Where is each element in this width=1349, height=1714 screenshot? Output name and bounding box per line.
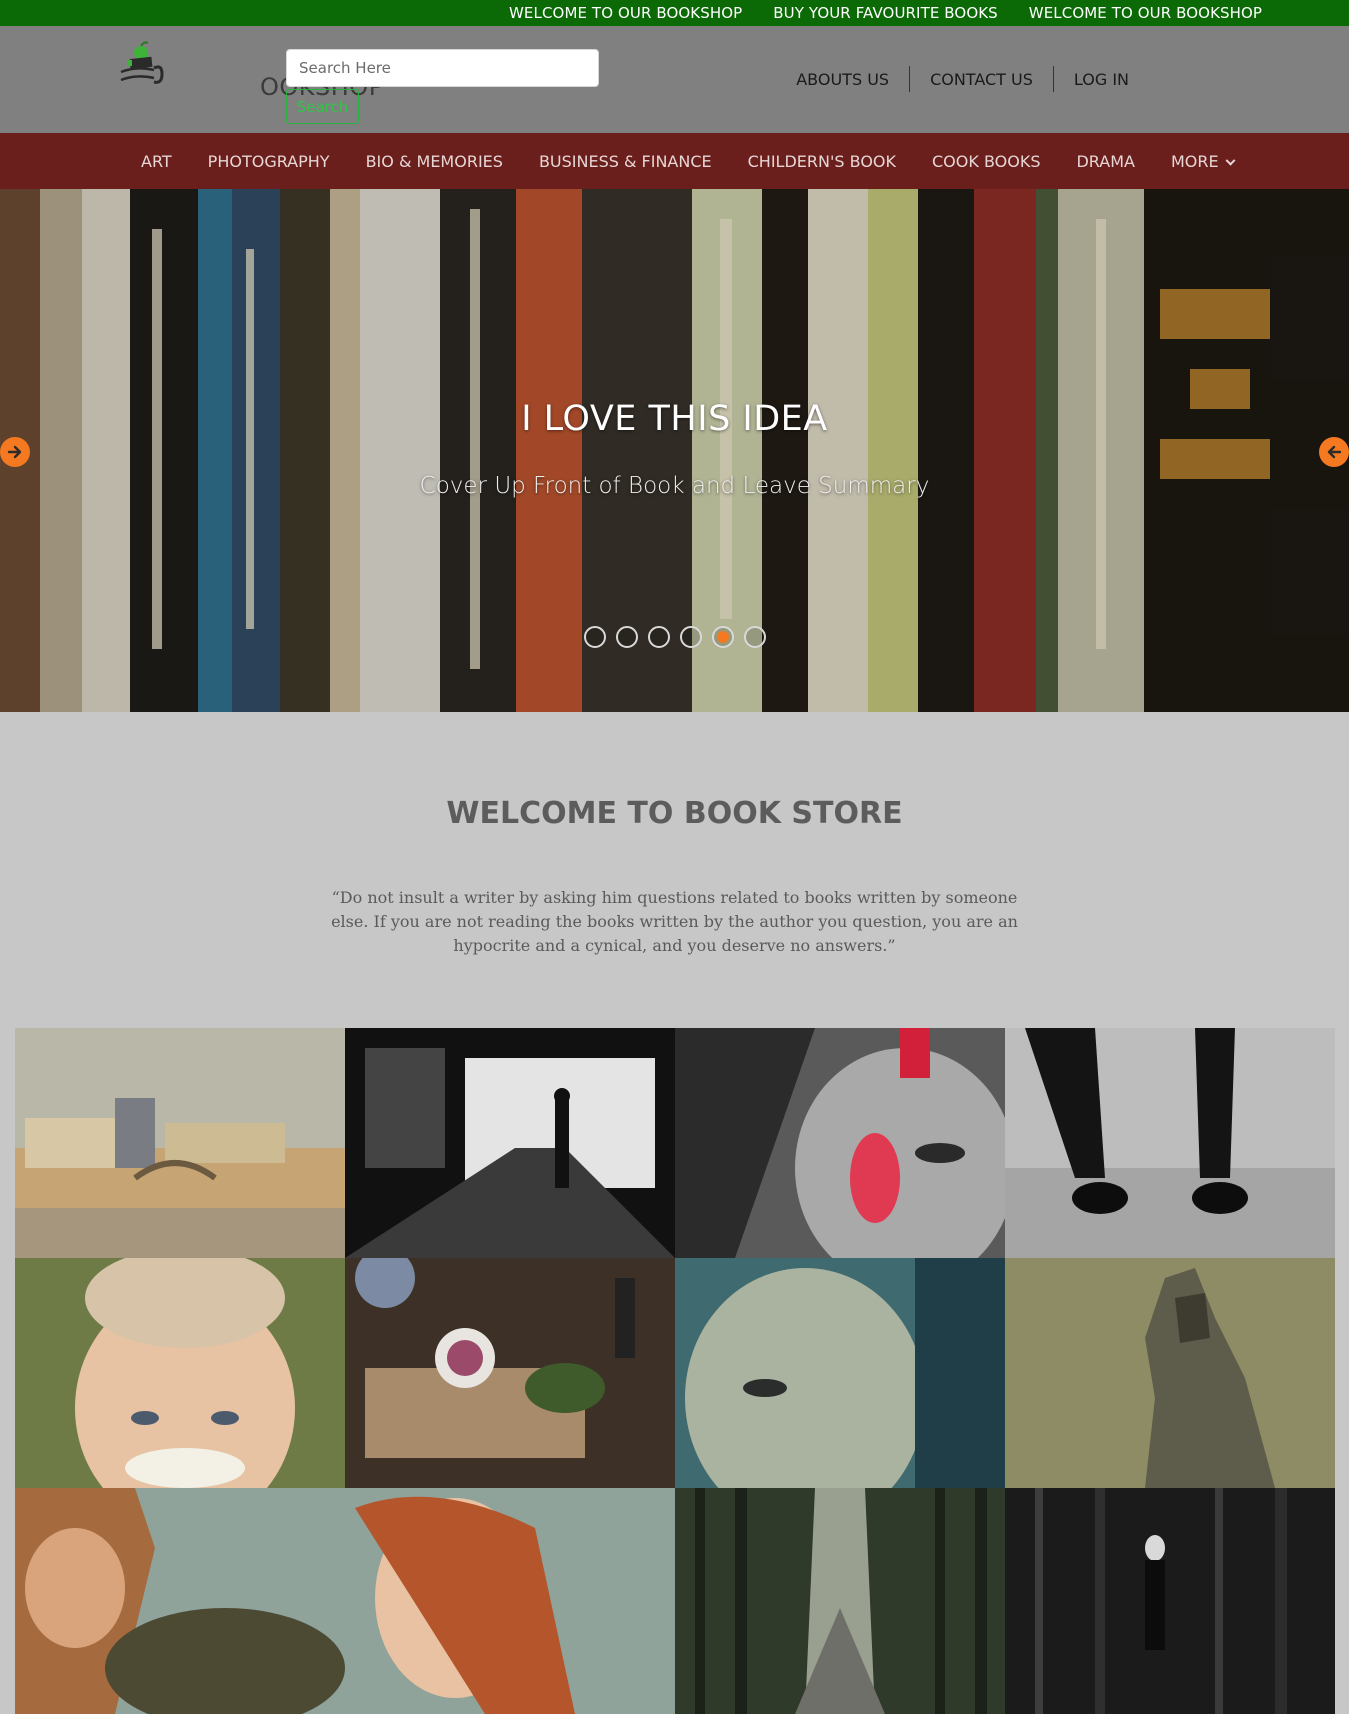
- marquee-message-1: WELCOME TO OUR BOOKSHOP: [509, 4, 743, 22]
- carousel-dot-6[interactable]: [744, 626, 766, 648]
- legs-shoes-image: [1005, 1028, 1335, 1258]
- forest-road-image: [675, 1488, 1005, 1714]
- gallery-image-rain-face[interactable]: [675, 1258, 1005, 1488]
- nav-log-in[interactable]: LOG IN: [1054, 70, 1129, 89]
- dark-forest-figure-image: [1005, 1488, 1335, 1714]
- marquee-ticker: WELCOME TO OUR BOOKSHOP BUY YOUR FAVOURI…: [509, 0, 1262, 26]
- carousel-dot-1[interactable]: [584, 626, 606, 648]
- search-button[interactable]: Search: [286, 89, 359, 124]
- top-marquee-bar: WELCOME TO OUR BOOKSHOP BUY YOUR FAVOURI…: [0, 0, 1349, 26]
- gallery-image-dark-forest[interactable]: [1005, 1488, 1335, 1714]
- gallery-image-woman-bindi[interactable]: [675, 1028, 1005, 1258]
- woman-portrait-image: [675, 1028, 1005, 1258]
- carousel-dot-4[interactable]: [680, 626, 702, 648]
- category-nav: ART PHOTOGRAPHY BIO & MEMORIES BUSINESS …: [0, 133, 1349, 189]
- cooking-ingredients-image: [345, 1258, 675, 1488]
- city-river-painting-image: [15, 1028, 345, 1258]
- category-cook-books[interactable]: COOK BOOKS: [914, 152, 1058, 171]
- carousel-dot-3[interactable]: [648, 626, 670, 648]
- arrow-right-icon: [7, 445, 22, 459]
- category-more-dropdown[interactable]: MORE: [1153, 152, 1252, 171]
- marquee-message-3: WELCOME TO OUR BOOKSHOP: [1028, 4, 1263, 22]
- carousel-prev-button[interactable]: [0, 437, 30, 467]
- welcome-quote: “Do not insult a writer by asking him qu…: [331, 888, 1018, 955]
- header-nav: ABOUTS US CONTACT US LOG IN: [776, 66, 1129, 92]
- category-drama[interactable]: DRAMA: [1058, 152, 1152, 171]
- gallery-image-forest-road[interactable]: [675, 1488, 1005, 1714]
- category-art[interactable]: ART: [123, 152, 190, 171]
- chevron-down-icon: [1225, 155, 1236, 166]
- gallery-image-legs-shoes[interactable]: [1005, 1028, 1335, 1258]
- gallery-image-venus-painting[interactable]: [15, 1488, 675, 1714]
- hero-carousel: I LOVE THIS IDEA Cover Up Front of Book …: [0, 189, 1349, 712]
- hero-title: I LOVE THIS IDEA: [521, 399, 828, 439]
- welcome-title: WELCOME TO BOOK STORE: [446, 796, 903, 831]
- gallery-image-cooking-table[interactable]: [345, 1258, 675, 1488]
- category-business-finance[interactable]: BUSINESS & FINANCE: [521, 152, 730, 171]
- venus-painting-image: [15, 1488, 675, 1714]
- armored-knight-image: [1005, 1258, 1335, 1488]
- search-input[interactable]: [286, 49, 599, 87]
- site-header: OOKSHOP Search ABOUTS US CONTACT US LOG …: [0, 26, 1349, 133]
- arrow-left-icon: [1327, 445, 1342, 459]
- gallery-image-train-station[interactable]: [345, 1028, 675, 1258]
- photo-gallery: [15, 1028, 1335, 1714]
- carousel-next-button[interactable]: [1319, 437, 1349, 467]
- hero-subtitle: Cover Up Front of Book and Leave Summary: [419, 473, 930, 499]
- train-station-silhouette-image: [345, 1028, 675, 1258]
- nav-about-us[interactable]: ABOUTS US: [776, 70, 909, 89]
- book-apple-logo-icon: [120, 41, 164, 84]
- carousel-indicators: [584, 626, 766, 648]
- carousel-dot-5[interactable]: [712, 626, 734, 648]
- nav-contact-us[interactable]: CONTACT US: [910, 70, 1053, 89]
- category-bio-memories[interactable]: BIO & MEMORIES: [348, 152, 521, 171]
- rain-face-image: [675, 1258, 1005, 1488]
- gallery-image-knight[interactable]: [1005, 1258, 1335, 1488]
- gallery-image-girl-flowers[interactable]: [15, 1258, 345, 1488]
- girl-flowers-image: [15, 1258, 345, 1488]
- category-photography[interactable]: PHOTOGRAPHY: [190, 152, 348, 171]
- category-more-label: MORE: [1170, 151, 1219, 171]
- bookshop-logo[interactable]: OOKSHOP: [118, 38, 383, 101]
- gallery-image-painting-city[interactable]: [15, 1028, 345, 1258]
- category-childrens-book[interactable]: CHILDERN'S BOOK: [730, 152, 914, 171]
- marquee-message-2: BUY YOUR FAVOURITE BOOKS: [773, 4, 998, 22]
- carousel-dot-2[interactable]: [616, 626, 638, 648]
